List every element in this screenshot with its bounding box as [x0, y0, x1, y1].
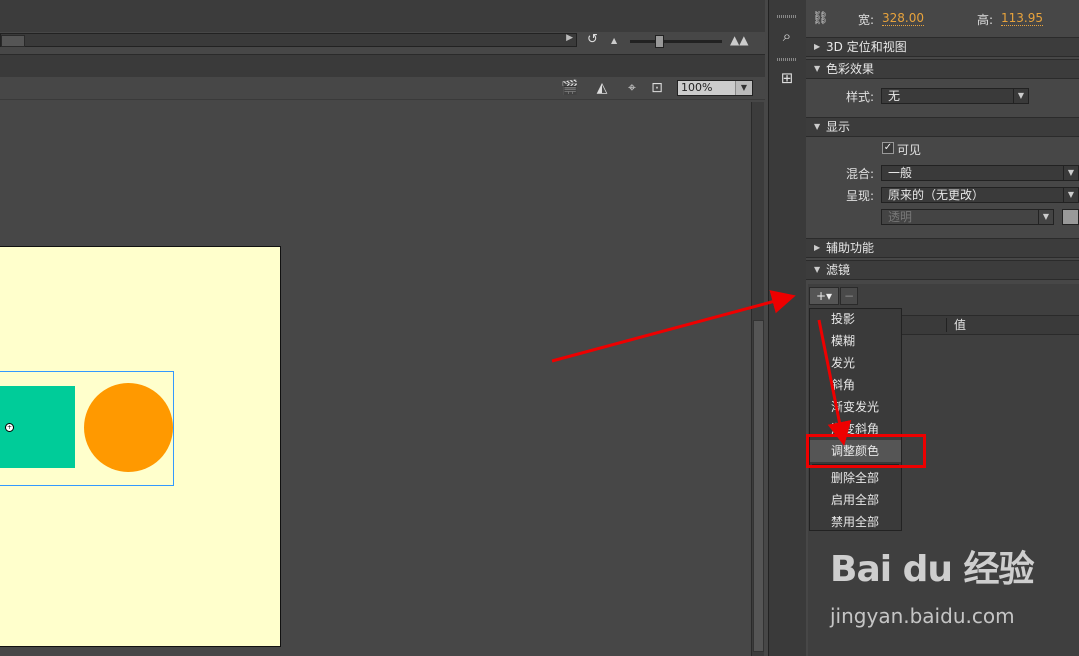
scrollbar-thumb[interactable]: [1, 35, 25, 47]
value-column-label: 值: [954, 318, 967, 332]
menu-item-bevel[interactable]: 斜角: [831, 376, 855, 394]
scene-bar: [0, 54, 765, 78]
column-divider: [946, 318, 947, 332]
selection-bounding-box[interactable]: [0, 371, 174, 486]
menu-item-delete-all[interactable]: 删除全部: [831, 469, 879, 487]
visible-label: 可见: [897, 143, 922, 157]
chevron-down-icon: ▼: [1013, 89, 1028, 103]
chevron-down-icon: ▼: [814, 122, 821, 131]
menu-item-drop-shadow[interactable]: 投影: [831, 310, 855, 328]
render-label: 呈现:: [846, 189, 875, 203]
color-swatch[interactable]: [1062, 209, 1079, 225]
clip-stage-icon[interactable]: ⊡: [648, 80, 666, 96]
chevron-down-icon[interactable]: ▼: [735, 81, 752, 95]
chevron-down-icon: ▼: [814, 64, 821, 73]
menu-item-glow[interactable]: 发光: [831, 354, 855, 372]
clapperboard-icon[interactable]: 🎬: [561, 80, 579, 96]
chevron-down-icon: ▼: [1038, 210, 1053, 224]
render-select[interactable]: 原来的（无更改） ▼: [881, 187, 1079, 203]
section-title: 滤镜: [826, 263, 851, 277]
menu-item-gradient-glow[interactable]: 渐变发光: [831, 398, 879, 416]
highlight-annotation-box: [806, 434, 926, 468]
section-header-accessibility[interactable]: ▶ 辅助功能: [806, 238, 1079, 258]
blend-select[interactable]: 一般 ▼: [881, 165, 1079, 181]
panel-dock: ⌕ ⊞: [768, 0, 807, 656]
height-value[interactable]: 113.95: [1001, 11, 1043, 26]
watermark-logo: Bai du 经验: [830, 549, 1035, 590]
timeline-area: [0, 0, 765, 32]
width-label: 宽:: [858, 13, 875, 27]
registration-point-icon[interactable]: +: [5, 423, 14, 432]
style-value: 无: [888, 89, 901, 103]
link-icon[interactable]: ⛓: [812, 11, 829, 26]
chevron-right-icon: ▶: [814, 42, 821, 51]
transform-tool-icon[interactable]: ⊞: [777, 68, 797, 88]
visible-checkbox[interactable]: ✓: [882, 142, 894, 154]
symbol-icon[interactable]: ◭: [593, 80, 611, 96]
slider-knob[interactable]: [655, 35, 664, 48]
stage-vertical-scrollbar[interactable]: [751, 102, 764, 656]
height-label: 高:: [977, 13, 994, 27]
section-title: 辅助功能: [826, 241, 875, 255]
zoom-value: 100%: [681, 81, 713, 94]
style-label: 样式:: [846, 90, 875, 104]
dock-grip[interactable]: [777, 58, 797, 61]
transparency-value: 透明: [888, 210, 913, 224]
frame-zoom-slider[interactable]: [630, 40, 722, 43]
zoom-select[interactable]: 100% ▼: [677, 80, 753, 96]
menu-item-enable-all[interactable]: 启用全部: [831, 491, 879, 509]
section-title: 3D 定位和视图: [826, 40, 907, 54]
render-value: 原来的（无更改）: [888, 188, 985, 202]
timeline-horizontal-scrollbar[interactable]: ▶: [0, 33, 577, 47]
style-select[interactable]: 无 ▼: [881, 88, 1029, 104]
chevron-down-icon: ▼: [1063, 166, 1078, 180]
section-title: 色彩效果: [826, 62, 875, 76]
blend-value: 一般: [888, 166, 913, 180]
section-header-display[interactable]: ▼ 显示: [806, 117, 1079, 137]
add-filter-button[interactable]: +▾: [809, 287, 839, 305]
section-header-filters[interactable]: ▼ 滤镜: [806, 260, 1079, 280]
chevron-down-icon: ▼: [814, 265, 821, 274]
blend-label: 混合:: [846, 167, 875, 181]
filter-column-header: 值: [900, 315, 1079, 335]
transparency-select[interactable]: 透明 ▼: [881, 209, 1054, 225]
zoom-tool-icon[interactable]: ⌕: [777, 26, 797, 46]
center-stage-icon[interactable]: ⌖: [623, 80, 641, 96]
menu-item-blur[interactable]: 模糊: [831, 332, 855, 350]
loop-icon[interactable]: ↺: [587, 33, 601, 47]
menu-item-disable-all[interactable]: 禁用全部: [831, 513, 879, 531]
scrollbar-thumb[interactable]: [753, 320, 764, 652]
chevron-down-icon: ▼: [1063, 188, 1078, 202]
width-value[interactable]: 328.00: [882, 11, 924, 26]
watermark-url: jingyan.baidu.com: [830, 604, 1015, 628]
zoom-in-icon[interactable]: ▲▲: [730, 33, 748, 47]
scroll-right-icon[interactable]: ▶: [566, 33, 573, 43]
section-title: 显示: [826, 120, 851, 134]
baidu-jingyan-watermark: Bai du 经验 jingyan.baidu.com: [830, 540, 1070, 640]
menu-items: 投影 模糊 发光 斜角 渐变发光 渐变斜角 调整颜色 删除全部 启用全部 禁用全…: [809, 310, 902, 530]
dock-grip[interactable]: [777, 15, 797, 18]
zoom-out-icon[interactable]: ▲: [611, 36, 617, 45]
chevron-right-icon: ▶: [814, 243, 821, 252]
section-header-3d[interactable]: ▶ 3D 定位和视图: [806, 37, 1079, 57]
remove-filter-button[interactable]: −: [840, 287, 858, 305]
section-header-color-effect[interactable]: ▼ 色彩效果: [806, 59, 1079, 79]
